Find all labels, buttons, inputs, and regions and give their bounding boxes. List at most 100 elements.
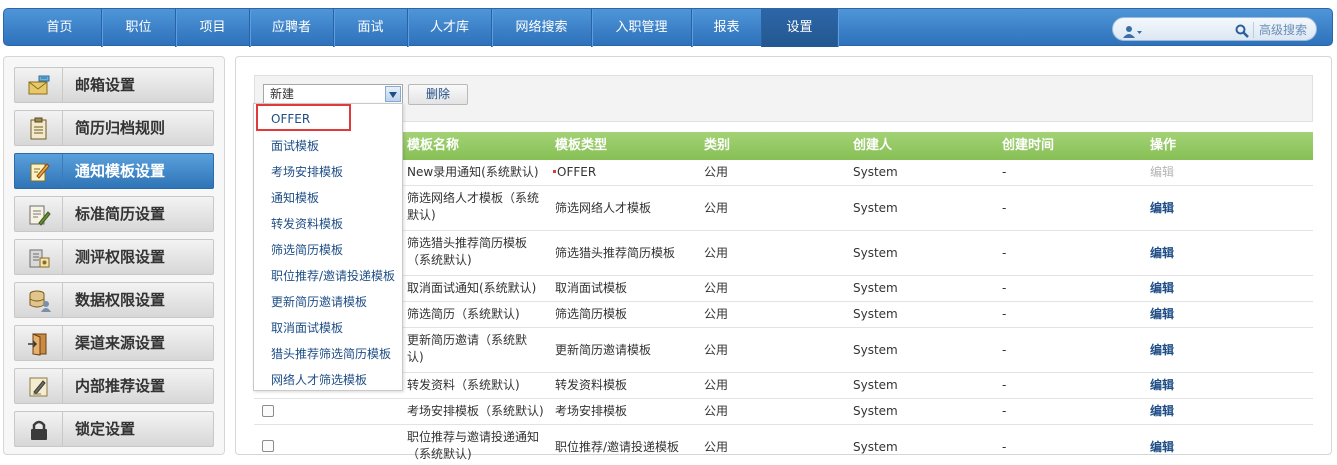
template-type: 转发资料模板 (555, 378, 628, 392)
sidebar-item-label: 内部推荐设置 (75, 377, 166, 395)
advanced-search-link[interactable]: 高级搜索 (1259, 21, 1307, 38)
table-row: 取消面试通知(系统默认) 取消面试模板 公用 System - 编辑 (254, 276, 1313, 302)
dropdown-option[interactable]: 更新简历邀请模板 (271, 294, 367, 310)
new-indicator-dot (553, 170, 556, 173)
template-name-line: 筛选网络人才模板（系统 (407, 191, 540, 205)
nav-talent-pool[interactable]: 人才库 (408, 9, 492, 47)
sidebar-item-label: 数据权限设置 (75, 291, 166, 309)
dropdown-option[interactable]: 筛选简历模板 (271, 242, 343, 258)
sidebar-item-label: 邮箱设置 (75, 76, 136, 94)
template-creator: System (853, 307, 898, 321)
sidebar-item-label: 锁定设置 (75, 420, 136, 438)
dropdown-option[interactable]: 通知模板 (271, 190, 319, 206)
template-type: 筛选简历模板 (555, 307, 628, 321)
dropdown-option[interactable]: 职位推荐/邀请投递模板 (271, 268, 395, 284)
edit-link[interactable]: 编辑 (1150, 403, 1174, 420)
delete-button[interactable]: 删除 (408, 84, 468, 105)
template-creator: System (853, 440, 898, 454)
sidebar-item-assessment-permissions[interactable]: 测评权限设置 (14, 239, 214, 275)
table-row: 职位推荐与邀请投递通知 （系统默认) 职位推荐/邀请投递模板 公用 System … (254, 425, 1313, 465)
sidebar-icon-box (15, 240, 63, 274)
sidebar-item-resume-archive[interactable]: 简历归档规则 (14, 110, 214, 146)
template-created-time: - (1002, 343, 1007, 357)
sidebar-icon-box (15, 369, 63, 403)
nav-onboarding[interactable]: 入职管理 (592, 9, 692, 47)
row-checkbox[interactable] (262, 405, 274, 417)
edit-link[interactable]: 编辑 (1150, 200, 1174, 217)
column-header-type: 模板类型 (555, 138, 608, 153)
dropdown-option-offer[interactable]: OFFER (271, 111, 310, 127)
mail-settings-icon (28, 75, 50, 95)
template-creator: System (853, 404, 898, 418)
template-created-time: - (1002, 404, 1007, 418)
edit-link[interactable]: 编辑 (1150, 245, 1174, 262)
template-name-line: 认) (407, 350, 424, 364)
template-type: OFFER (553, 164, 596, 181)
nav-applicants[interactable]: 应聘者 (250, 9, 334, 47)
new-template-select[interactable]: 新建 (263, 84, 403, 104)
nav-jobs[interactable]: 职位 (102, 9, 176, 47)
template-creator: System (853, 165, 898, 179)
template-type-text: OFFER (557, 165, 597, 179)
nav-projects[interactable]: 项目 (176, 9, 250, 47)
sidebar-item-channel-source[interactable]: 渠道来源设置 (14, 325, 214, 361)
table-row: New录用通知(系统默认) OFFER 公用 System - 编辑 (254, 160, 1313, 186)
template-category: 公用 (704, 440, 729, 454)
template-creator: System (853, 201, 898, 215)
template-created-time: - (1002, 165, 1007, 179)
template-name-line: 筛选猎头推荐简历模板 (407, 236, 528, 250)
sidebar-item-data-permissions[interactable]: 数据权限设置 (14, 282, 214, 318)
edit-link[interactable]: 编辑 (1150, 306, 1174, 323)
template-type: 职位推荐/邀请投递模板 (555, 440, 680, 454)
edit-link[interactable]: 编辑 (1150, 377, 1174, 394)
template-category: 公用 (704, 201, 729, 215)
template-category: 公用 (704, 246, 729, 260)
table-row: 筛选网络人才模板（系统 默认) 筛选网络人才模板 公用 System - 编辑 (254, 186, 1313, 231)
nav-reports[interactable]: 报表 (692, 9, 762, 47)
building-icon (29, 249, 50, 268)
template-category: 公用 (704, 281, 729, 295)
user-icon[interactable] (1123, 23, 1142, 38)
template-creator: System (853, 343, 898, 357)
column-header-category: 类别 (704, 138, 731, 153)
sidebar-item-internal-referral[interactable]: 内部推荐设置 (14, 368, 214, 404)
sidebar-item-notification-templates[interactable]: 通知模板设置 (14, 153, 214, 189)
search-divider (1253, 22, 1254, 38)
column-header-name: 模板名称 (407, 138, 460, 153)
dropdown-option[interactable]: 面试模板 (271, 138, 319, 154)
dropdown-option[interactable]: 考场安排模板 (271, 164, 343, 180)
template-name-line: （系统默认) (407, 253, 472, 267)
template-category: 公用 (704, 404, 729, 418)
nav-web-search[interactable]: 网络搜索 (492, 9, 592, 47)
toolbar: 新建 删除 (254, 75, 1313, 122)
sidebar-icon-box (15, 111, 63, 145)
sidebar-item-standard-resume[interactable]: 标准简历设置 (14, 196, 214, 232)
nav-home[interactable]: 首页 (18, 9, 102, 47)
sidebar-icon-box (15, 154, 63, 188)
row-checkbox[interactable] (262, 440, 274, 452)
template-name: 筛选网络人才模板（系统 默认) (407, 190, 539, 224)
template-category: 公用 (704, 307, 729, 321)
nav-settings[interactable]: 设置 (762, 9, 838, 47)
sidebar-item-label: 通知模板设置 (75, 162, 166, 180)
dropdown-option[interactable]: 转发资料模板 (271, 216, 343, 232)
sidebar-item-lock-settings[interactable]: 锁定设置 (14, 411, 214, 447)
edit-link[interactable]: 编辑 (1150, 342, 1174, 359)
table-row: 筛选简历（系统默认) 筛选简历模板 公用 System - 编辑 (254, 302, 1313, 328)
pen-paper-icon (29, 377, 48, 397)
sidebar-item-mail-settings[interactable]: 邮箱设置 (14, 67, 214, 103)
nav-interviews[interactable]: 面试 (334, 9, 408, 47)
template-type: 筛选网络人才模板 (555, 201, 652, 215)
sidebar-item-label: 标准简历设置 (75, 205, 166, 223)
dropdown-option[interactable]: 网络人才筛选模板 (271, 372, 367, 388)
search-box[interactable]: 高级搜索 (1112, 17, 1317, 41)
chevron-down-icon[interactable] (385, 86, 401, 102)
sidebar-item-label: 渠道来源设置 (75, 334, 166, 352)
template-created-time: - (1002, 440, 1007, 454)
template-type: 取消面试模板 (555, 281, 628, 295)
dropdown-option[interactable]: 猎头推荐筛选简历模板 (271, 346, 391, 362)
dropdown-option[interactable]: 取消面试模板 (271, 320, 343, 336)
search-icon[interactable] (1235, 23, 1249, 42)
edit-link[interactable]: 编辑 (1150, 439, 1174, 456)
edit-link[interactable]: 编辑 (1150, 280, 1174, 297)
